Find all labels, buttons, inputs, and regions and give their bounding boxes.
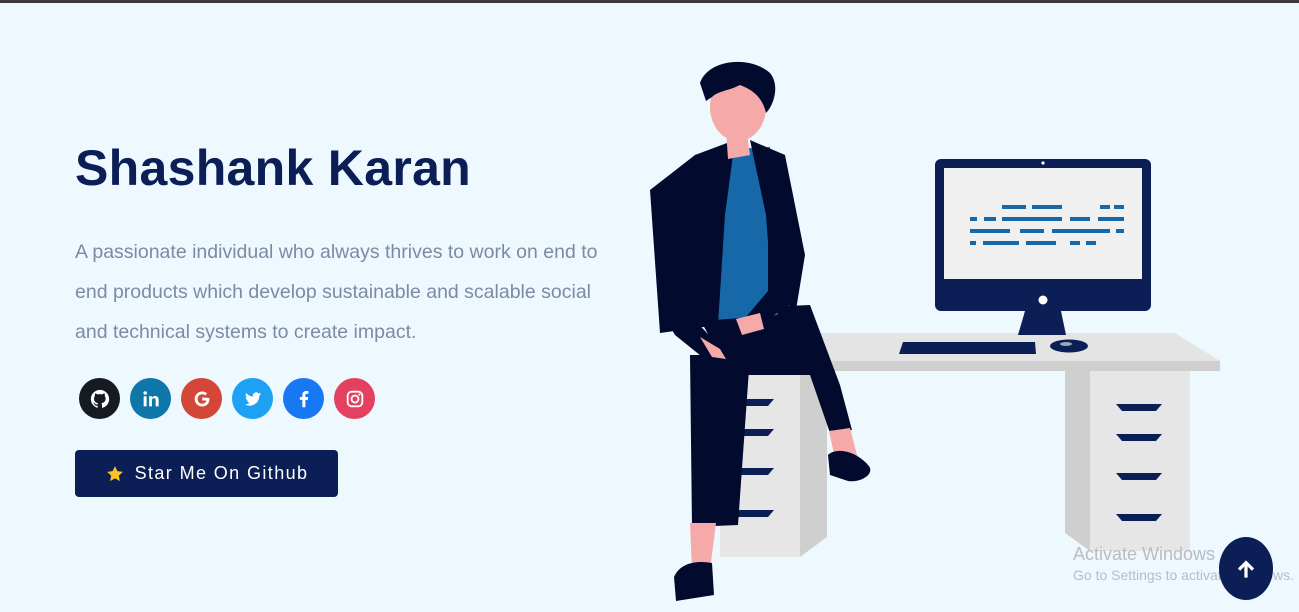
twitter-link[interactable] (232, 378, 273, 419)
star-on-github-button[interactable]: Star Me On Github (75, 450, 338, 497)
developer-illustration (650, 61, 1220, 601)
page-title: Shashank Karan (75, 140, 472, 196)
linkedin-link[interactable] (130, 378, 171, 419)
social-links (79, 378, 375, 419)
hero-bio: A passionate individual who always thriv… (75, 241, 598, 343)
instagram-icon (346, 390, 363, 407)
star-button-label: Star Me On Github (134, 463, 309, 483)
facebook-link[interactable] (283, 378, 324, 419)
github-link[interactable] (79, 378, 120, 419)
github-icon (90, 389, 109, 408)
star-icon (106, 465, 123, 481)
twitter-icon (244, 391, 261, 406)
instagram-link[interactable] (334, 378, 375, 419)
google-link[interactable] (181, 378, 222, 419)
arrow-up-icon (1237, 559, 1255, 578)
facebook-icon (299, 390, 308, 407)
scroll-to-top-button[interactable] (1219, 537, 1273, 600)
linkedin-icon (142, 390, 159, 406)
google-icon (194, 390, 209, 407)
